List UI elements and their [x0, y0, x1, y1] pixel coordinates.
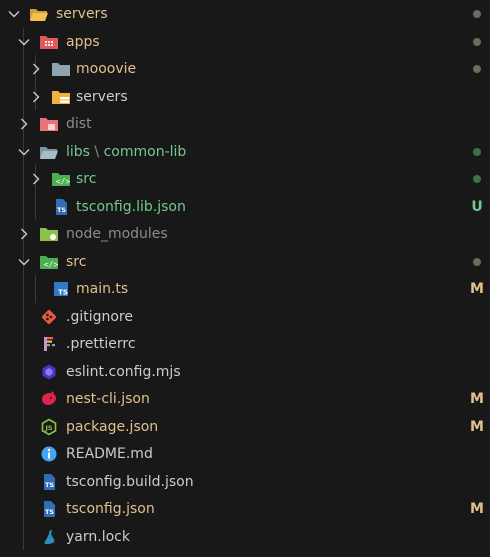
svg-text:TS: TS: [45, 481, 54, 489]
tree-folder-servers[interactable]: servers: [0, 0, 490, 28]
tree-file-package-json[interactable]: JS package.json M: [0, 413, 490, 441]
tree-item-label: .gitignore: [66, 308, 133, 325]
svg-text:</>: </>: [44, 260, 59, 269]
nest-icon: [38, 388, 60, 410]
tree-file-readme-md[interactable]: README.md: [0, 440, 490, 468]
tsconfig-icon: TS: [38, 471, 60, 493]
tsconfig-icon: TS: [50, 196, 72, 218]
chevron-right-icon[interactable]: [27, 60, 45, 78]
tree-item-label: servers: [56, 6, 108, 22]
tree-item-label: dist: [66, 116, 92, 132]
git-status-badge: M: [470, 418, 484, 435]
git-status-dot: [473, 10, 481, 18]
tree-file-tsconfig-json[interactable]: TS tsconfig.json M: [0, 495, 490, 523]
tsconfig-icon: TS: [38, 498, 60, 520]
tree-file-tsconfig-lib-json[interactable]: TS tsconfig.lib.json U: [0, 193, 490, 221]
tree-folder-src[interactable]: </> src: [0, 165, 490, 193]
git-status-dot: [473, 175, 481, 183]
tree-folder-mooovie[interactable]: mooovie: [0, 55, 490, 83]
svg-text:TS: TS: [45, 508, 54, 516]
tree-file-tsconfig-build-json[interactable]: TS tsconfig.build.json: [0, 468, 490, 496]
folder-src-icon: </>: [38, 251, 60, 273]
tree-item-label: tsconfig.build.json: [66, 473, 194, 490]
tree-folder-libs[interactable]: libs \ common-lib: [0, 138, 490, 166]
chevron-right-icon[interactable]: [27, 170, 45, 188]
git-status-dot: [473, 147, 481, 156]
folder-icon: [50, 58, 72, 80]
tree-file-prettierrc[interactable]: .prettierrc: [0, 330, 490, 358]
svg-text:JS: JS: [44, 424, 52, 432]
svg-text:</>: </>: [56, 177, 71, 186]
tree-item-label: src: [76, 171, 97, 187]
folder-open-icon: [28, 3, 50, 25]
chevron-down-icon[interactable]: [5, 5, 23, 23]
chevron-down-icon[interactable]: [15, 33, 33, 51]
chevron-right-icon[interactable]: [27, 88, 45, 106]
tree-folder-servers[interactable]: servers: [0, 83, 490, 111]
tree-item-label: libs \ common-lib: [66, 143, 187, 160]
git-status-dot: [473, 37, 481, 46]
typescript-icon: TS: [50, 278, 72, 300]
file-explorer-tree: servers apps mooovie servers dist libs \ comm…: [0, 0, 490, 557]
info-icon: [38, 443, 60, 465]
prettier-icon: [38, 333, 60, 355]
tree-item-label: package.json: [66, 418, 159, 435]
folder-server-icon: [50, 86, 72, 108]
tree-item-label: .prettierrc: [66, 336, 136, 352]
git-status-badge: M: [470, 391, 484, 407]
git-icon: [38, 306, 60, 328]
git-status-badge: U: [471, 198, 483, 215]
yarn-icon: [38, 526, 60, 548]
tree-folder-node-modules[interactable]: node_modules: [0, 220, 490, 248]
svg-text:TS: TS: [58, 289, 68, 297]
tree-file-eslint-config-mjs[interactable]: eslint.config.mjs: [0, 358, 490, 386]
nodejs-icon: JS: [38, 416, 60, 438]
folder-dist-icon: [38, 113, 60, 135]
tree-item-label: apps: [66, 33, 100, 50]
folder-node-icon: [38, 223, 60, 245]
folder-apps-icon: [38, 31, 60, 53]
tree-item-label: eslint.config.mjs: [66, 363, 181, 380]
tree-file-main-ts[interactable]: TS main.ts M: [0, 275, 490, 303]
folder-lib-icon: [38, 141, 60, 163]
tree-item-label: yarn.lock: [66, 528, 130, 545]
tree-item-label: node_modules: [66, 226, 168, 242]
tree-folder-dist[interactable]: dist: [0, 110, 490, 138]
tree-item-label: servers: [76, 88, 128, 105]
tree-file-gitignore[interactable]: .gitignore: [0, 303, 490, 331]
tree-item-label: main.ts: [76, 281, 129, 297]
folder-src-icon: </>: [50, 168, 72, 190]
chevron-right-icon[interactable]: [15, 115, 33, 133]
tree-item-label: README.md: [66, 446, 153, 462]
tree-item-label: tsconfig.json: [66, 501, 155, 517]
git-status-badge: M: [470, 281, 484, 297]
chevron-down-icon[interactable]: [15, 253, 33, 271]
git-status-badge: M: [470, 501, 484, 517]
tree-item-label: src: [66, 253, 87, 270]
tree-item-label: tsconfig.lib.json: [76, 198, 186, 215]
chevron-right-icon[interactable]: [15, 225, 33, 243]
tree-file-nest-cli-json[interactable]: nest-cli.json M: [0, 385, 490, 413]
eslint-icon: [38, 361, 60, 383]
chevron-down-icon[interactable]: [15, 143, 33, 161]
tree-folder-apps[interactable]: apps: [0, 28, 490, 56]
tree-folder-src[interactable]: </> src: [0, 248, 490, 276]
git-status-dot: [473, 257, 481, 266]
tree-item-label: nest-cli.json: [66, 391, 150, 407]
tree-file-yarn-lock[interactable]: yarn.lock: [0, 523, 490, 551]
git-status-dot: [473, 65, 481, 73]
tree-item-label: mooovie: [76, 61, 137, 77]
svg-text:TS: TS: [57, 206, 66, 214]
